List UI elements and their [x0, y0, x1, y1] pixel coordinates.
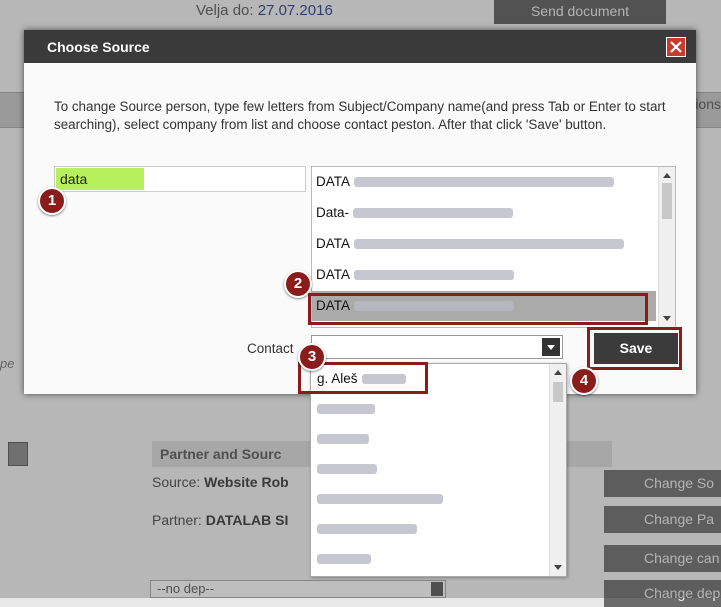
instructions-text: To change Source person, type few letter… [54, 99, 666, 132]
scrollbar-thumb[interactable] [553, 382, 563, 402]
company-list-scrollbar[interactable] [658, 167, 675, 327]
redacted-text [354, 177, 615, 188]
contact-item[interactable] [311, 424, 549, 454]
company-item[interactable]: DATA [312, 167, 658, 197]
company-item[interactable]: DATA [312, 229, 658, 259]
company-item[interactable]: Data- [312, 198, 658, 228]
company-item-label: DATA [316, 267, 351, 282]
redacted-text [354, 239, 625, 250]
company-item-label: Data- [316, 205, 350, 220]
contact-item[interactable] [311, 454, 549, 484]
highlight-save-button [587, 327, 682, 370]
contact-select[interactable] [311, 335, 563, 359]
redacted-text [317, 464, 377, 475]
dialog-title: Choose Source [47, 39, 150, 55]
scroll-down-icon[interactable] [663, 316, 671, 321]
chevron-down-icon[interactable] [542, 338, 560, 356]
contact-dropdown-list[interactable]: g. Aleš [310, 363, 567, 577]
contact-list-scrollbar[interactable] [549, 364, 566, 576]
redacted-text [317, 554, 371, 565]
company-item[interactable]: DATA [312, 260, 658, 290]
scroll-up-icon[interactable] [663, 173, 671, 178]
callout-marker-1: 1 [38, 187, 66, 215]
company-item-label: DATA [316, 236, 351, 251]
redacted-text [317, 434, 369, 445]
redacted-text [353, 208, 514, 219]
search-value: data [60, 171, 88, 187]
dialog-titlebar: Choose Source [24, 30, 696, 63]
callout-marker-4: 4 [570, 367, 598, 395]
contact-item[interactable] [311, 514, 549, 544]
close-button[interactable] [666, 37, 686, 57]
company-item-label: DATA [316, 174, 351, 189]
redacted-text [317, 524, 417, 535]
callout-marker-2: 2 [284, 270, 312, 298]
contact-item[interactable] [311, 544, 549, 574]
highlight-selected-company [308, 293, 648, 325]
contact-label: Contact [247, 341, 294, 356]
scroll-down-icon[interactable] [554, 565, 562, 570]
contact-item[interactable] [311, 484, 549, 514]
company-search-input[interactable]: data [54, 166, 306, 192]
contact-item[interactable] [311, 394, 549, 424]
scroll-up-icon[interactable] [554, 370, 562, 375]
callout-marker-3: 3 [298, 343, 326, 371]
redacted-text [317, 494, 443, 505]
redacted-text [317, 404, 375, 415]
redacted-text [354, 270, 515, 281]
close-icon [670, 41, 682, 53]
scrollbar-thumb[interactable] [662, 183, 672, 219]
